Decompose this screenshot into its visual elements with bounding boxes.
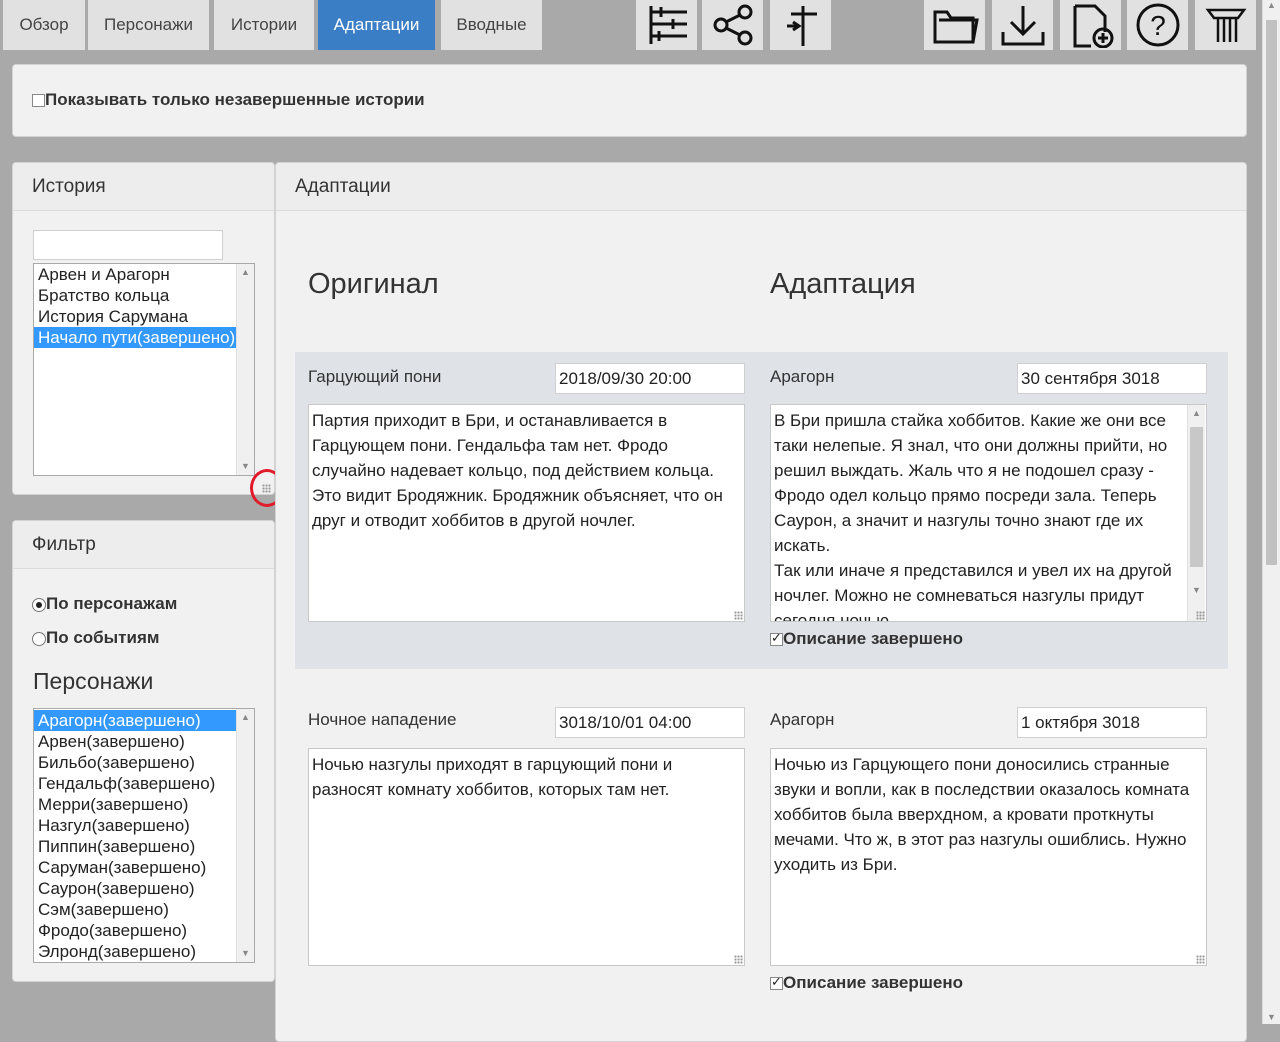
- adaptation-character: Арагорн: [770, 367, 835, 386]
- characters-list-scrollbar[interactable]: ▲ ▼: [236, 709, 254, 962]
- story-list-item[interactable]: Арвен и Арагорн: [34, 264, 254, 285]
- character-list-item[interactable]: Бильбо(завершено): [34, 752, 254, 773]
- filter-panel: Фильтр По персонажам По событиям Персона…: [12, 520, 275, 982]
- adaptations-panel-title: Адаптации: [276, 163, 1246, 211]
- description-done-checkbox[interactable]: [770, 974, 783, 991]
- radio-by-characters[interactable]: По персонажам: [32, 594, 177, 614]
- story-list-scrollbar[interactable]: ▲ ▼: [236, 264, 254, 475]
- radio-characters-label: По персонажам: [46, 594, 178, 613]
- logo-button[interactable]: [1195, 0, 1256, 50]
- tab-stories[interactable]: Истории: [214, 0, 314, 50]
- event-time-field[interactable]: 2018/09/30 20:00: [555, 363, 745, 394]
- character-list-item[interactable]: Фродо(завершено): [34, 920, 254, 941]
- character-list-item[interactable]: Саруман(завершено): [34, 857, 254, 878]
- new-file-button[interactable]: [1060, 0, 1121, 50]
- adaptation-text[interactable]: В Бри пришла стайка хоббитов. Какие же о…: [770, 404, 1207, 622]
- character-list-item[interactable]: Гендальф(завершено): [34, 773, 254, 794]
- incomplete-only-toggle[interactable]: Показывать только незавершенные истории: [32, 90, 425, 110]
- adaptation-character: Арагорн: [770, 710, 835, 729]
- timeline-settings-button[interactable]: [636, 0, 697, 50]
- tab-briefings[interactable]: Вводные: [441, 0, 542, 50]
- adaptation-time-field[interactable]: 30 сентября 3018: [1017, 363, 1207, 394]
- characters-heading: Персонажи: [33, 668, 154, 694]
- radio-characters-button[interactable]: [32, 597, 46, 612]
- svg-text:?: ?: [1150, 10, 1166, 41]
- page-scrollbar[interactable]: ▲ ▼: [1262, 0, 1280, 1024]
- character-list-item[interactable]: Сэм(завершено): [34, 899, 254, 920]
- story-list-item[interactable]: История Сарумана: [34, 306, 254, 327]
- original-column-heading: Оригинал: [308, 268, 439, 300]
- event-time-field[interactable]: 3018/10/01 04:00: [555, 707, 745, 738]
- description-done-toggle[interactable]: Описание завершено: [770, 629, 963, 649]
- download-button[interactable]: [992, 0, 1053, 50]
- folder-icon: [933, 10, 979, 44]
- character-list-item-selected[interactable]: Арагорн(завершено): [34, 710, 254, 731]
- character-list-item[interactable]: Мерри(завершено): [34, 794, 254, 815]
- story-search-input[interactable]: [33, 230, 223, 260]
- adaptation-text[interactable]: Ночью из Гарцующего пони доносились стра…: [770, 748, 1207, 966]
- characters-list[interactable]: Арагорн(завершено) Арвен(завершено) Биль…: [33, 708, 255, 963]
- character-list-item[interactable]: Элронд(завершено): [34, 941, 254, 962]
- description-done-checkbox[interactable]: [770, 630, 783, 647]
- adaptation-time-field[interactable]: 1 октября 3018: [1017, 707, 1207, 738]
- character-list-item[interactable]: Саурон(завершено): [34, 878, 254, 899]
- story-list-item-selected[interactable]: Начало пути(завершено): [34, 327, 254, 348]
- event-name: Гарцующий пони: [308, 367, 442, 386]
- help-icon: ?: [1136, 3, 1179, 47]
- tab-overview[interactable]: Обзор: [3, 0, 85, 50]
- share-icon: [713, 4, 752, 46]
- description-done-toggle[interactable]: Описание завершено: [770, 973, 963, 993]
- adaptation-column-heading: Адаптация: [770, 268, 916, 300]
- help-button[interactable]: ?: [1127, 0, 1188, 50]
- share-button[interactable]: [702, 0, 763, 50]
- download-icon: [1001, 6, 1044, 46]
- story-list[interactable]: Арвен и Арагорн Братство кольца История …: [33, 263, 255, 476]
- description-done-label: Описание завершено: [783, 973, 963, 992]
- adaptations-panel: Адаптации Оригинал Адаптация Гарцующий п…: [275, 162, 1247, 1042]
- story-list-item[interactable]: Братство кольца: [34, 285, 254, 306]
- event-description-text[interactable]: Ночью назгулы приходят в гарцующий пони …: [308, 748, 745, 966]
- filter-panel-title: Фильтр: [13, 521, 274, 569]
- split-icon: [786, 6, 817, 46]
- incomplete-only-label: Показывать только незавершенные истории: [45, 90, 425, 109]
- event-description-text[interactable]: Партия приходит в Бри, и останавливается…: [308, 404, 745, 622]
- tab-characters[interactable]: Персонажи: [88, 0, 209, 50]
- split-button[interactable]: [770, 0, 831, 50]
- logo-icon: [1205, 8, 1246, 42]
- new-file-icon: [1073, 4, 1113, 48]
- character-list-item[interactable]: Арвен(завершено): [34, 731, 254, 752]
- timeline-settings-icon: [649, 6, 687, 44]
- incomplete-only-checkbox[interactable]: [32, 94, 45, 108]
- incomplete-filter-panel: Показывать только незавершенные истории: [12, 64, 1247, 137]
- radio-events-label: По событиям: [46, 628, 160, 647]
- character-list-item[interactable]: Назгул(завершено): [34, 815, 254, 836]
- radio-by-events[interactable]: По событиям: [32, 628, 159, 648]
- event-name: Ночное нападение: [308, 710, 457, 729]
- radio-events-button[interactable]: [32, 631, 46, 646]
- open-folder-button[interactable]: [924, 0, 985, 50]
- tab-adaptations[interactable]: Адаптации: [318, 0, 435, 50]
- story-panel-title: История: [13, 163, 274, 211]
- character-list-item[interactable]: Пиппин(завершено): [34, 836, 254, 857]
- story-panel: История Арвен и Арагорн Братство кольца …: [12, 162, 275, 495]
- description-done-label: Описание завершено: [783, 629, 963, 648]
- adaptation-text-scrollbar[interactable]: ▲ ▼: [1187, 405, 1205, 621]
